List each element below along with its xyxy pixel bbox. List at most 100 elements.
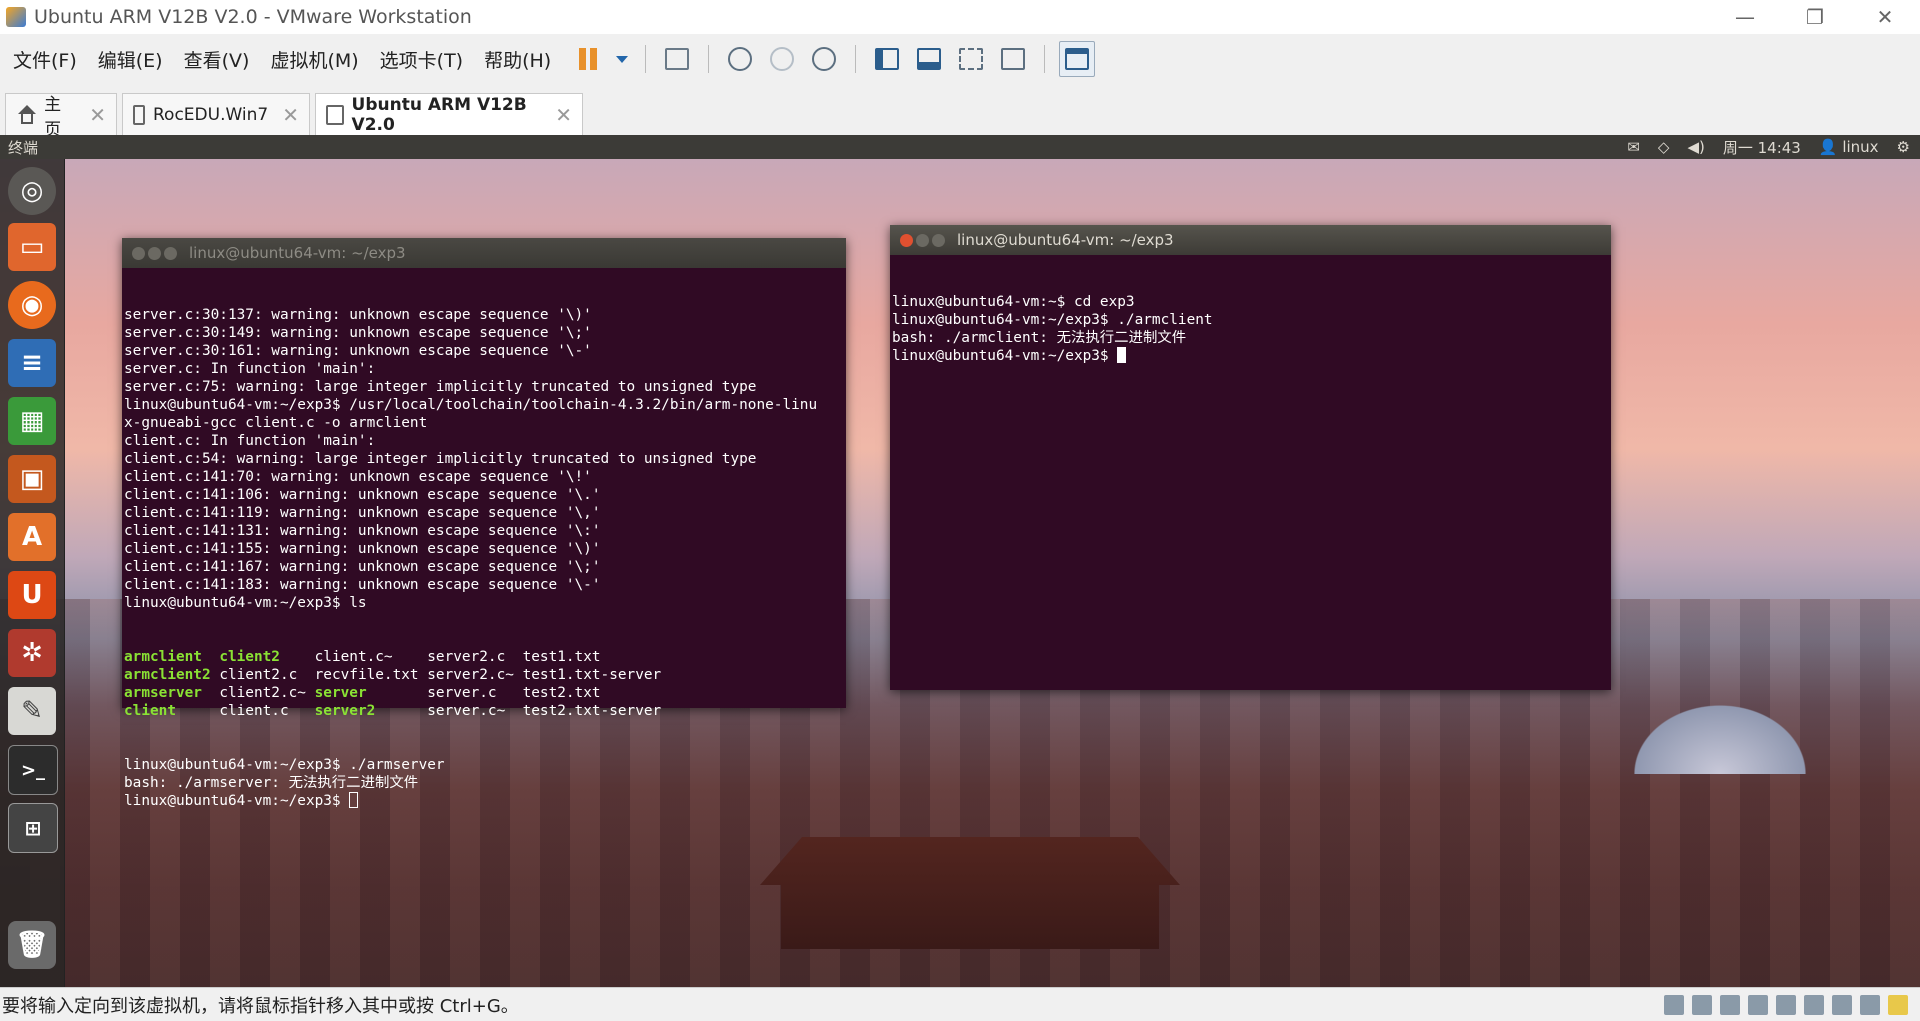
terminal-line: linux@ubuntu64-vm:~/exp3$ [124,792,844,810]
send-ctrl-alt-del-button[interactable] [660,42,694,76]
close-icon[interactable] [132,246,145,260]
minimize-button[interactable]: — [1710,0,1780,34]
full-screen-icon [959,48,984,70]
unity-launcher: ◎ ▭ ◉ ≡ ▦ ▣ A U ✲ ✎ >_ ⊞ 🗑 [0,159,65,987]
unity-button[interactable] [996,42,1030,76]
network-icon[interactable]: ◇ [1658,138,1670,156]
ls-entry: server [314,685,428,701]
terminal-line: client.c: In function 'main': [124,433,376,449]
usb-device-icon[interactable] [1860,994,1880,1015]
pause-button[interactable] [571,42,605,76]
minimize-icon[interactable] [148,246,161,260]
minimize-icon[interactable] [916,233,929,247]
menu-tabs[interactable]: 选项卡(T) [372,46,471,73]
mail-icon[interactable]: ✉ [1627,138,1640,156]
usb-device-icon[interactable] [1832,994,1852,1015]
ubuntu-top-panel: 终端 ✉ ◇ ◀) 周一 14:43 👤 linux ⚙ [0,135,1920,159]
window-controls: — ❐ ✕ [1710,0,1920,34]
show-thumbnail-button[interactable] [912,42,946,76]
power-dropdown-button[interactable] [613,42,631,76]
snapshot-manager-button[interactable] [807,42,841,76]
snapshot-icon [728,47,753,71]
vm-icon [133,104,145,125]
menu-help[interactable]: 帮助(H) [476,46,559,73]
console-view-button[interactable] [1059,41,1096,77]
tab-rocedu-win7[interactable]: RocEDU.Win7 ✕ [122,93,310,135]
gear-icon[interactable]: ⚙ [1897,138,1910,156]
trash-icon[interactable]: 🗑 [8,921,56,969]
tab-home[interactable]: 主页 ✕ [5,93,117,140]
sound-card-icon[interactable] [1776,994,1796,1015]
hard-disk-icon[interactable] [1664,994,1684,1015]
menu-vm[interactable]: 虚拟机(M) [262,46,366,73]
revert-snapshot-button[interactable] [765,42,799,76]
ls-entry: test2.txt [522,685,601,701]
close-icon[interactable]: ✕ [75,103,106,127]
library-icon [875,48,900,70]
terminal-right-output[interactable]: linux@ubuntu64-vm:~$ cd exp3 linux@ubuntu… [890,255,1611,401]
terminal-window-left[interactable]: linux@ubuntu64-vm: ~/exp3 server.c:30:13… [122,238,846,809]
terminal-right-titlebar[interactable]: linux@ubuntu64-vm: ~/exp3 [890,225,1611,255]
vm-console[interactable]: 终端 ✉ ◇ ◀) 周一 14:43 👤 linux ⚙ ◎ ▭ ◉ ≡ ▦ ▣… [0,135,1920,987]
ubuntu-one-icon[interactable]: U [8,571,56,619]
terminal-line: linux@ubuntu64-vm:~$ cd exp3 [892,294,1135,310]
cd-dvd-icon[interactable] [1692,994,1712,1015]
menu-file[interactable]: 文件(F) [5,46,85,73]
ls-output-row: armclient client2 client.c~ server2.c te… [124,648,844,666]
close-icon[interactable] [900,233,913,247]
workspace-switcher-icon[interactable]: ⊞ [8,803,58,853]
volume-icon[interactable]: ◀) [1687,138,1704,156]
terminal-line: linux@ubuntu64-vm:~/exp3$ ./armclient [892,312,1213,328]
usb-device-icon[interactable] [1804,994,1824,1015]
vmware-app-icon [6,7,26,27]
maximize-icon[interactable] [932,233,945,247]
text-cursor [349,792,359,808]
maximize-icon[interactable] [164,246,177,260]
full-screen-button[interactable] [954,42,988,76]
firefox-icon[interactable]: ◉ [8,281,56,329]
libreoffice-writer-icon[interactable]: ≡ [8,339,56,387]
terminal-line: x-gnueabi-gcc client.c -o armclient [124,415,428,431]
snapshot-manager-icon [812,47,837,71]
system-settings-icon[interactable]: ✲ [8,629,56,677]
terminal-line: server.c:75: warning: large integer impl… [124,379,757,395]
network-adapter-icon[interactable] [1720,994,1740,1015]
ls-entry: client [124,703,220,719]
device-status-icons [1664,994,1908,1015]
ls-entry: server2 [314,703,428,719]
terminal-line: server.c: In function 'main': [124,361,376,377]
software-center-icon[interactable]: A [8,513,56,561]
terminal-left-titlebar[interactable]: linux@ubuntu64-vm: ~/exp3 [122,238,846,268]
ls-entry: armclient [124,649,220,665]
menu-view[interactable]: 查看(V) [176,46,258,73]
take-snapshot-button[interactable] [723,42,757,76]
terminal-left-output[interactable]: server.c:30:137: warning: unknown escape… [122,268,846,846]
console-view-icon [1065,48,1090,70]
message-log-icon[interactable] [1888,994,1908,1015]
menu-edit[interactable]: 编辑(E) [90,46,171,73]
files-icon[interactable]: ▭ [8,223,56,271]
ls-entry: server.c [427,685,523,701]
ls-entry: client.c~ [314,649,428,665]
terminal-line: linux@ubuntu64-vm:~/exp3$ /usr/local/too… [124,397,818,413]
printer-icon[interactable] [1748,994,1768,1015]
restore-button[interactable]: ❐ [1780,0,1850,34]
close-icon[interactable]: ✕ [268,103,299,127]
text-editor-icon[interactable]: ✎ [8,687,56,735]
libreoffice-calc-icon[interactable]: ▦ [8,397,56,445]
libreoffice-impress-icon[interactable]: ▣ [8,455,56,503]
close-button[interactable]: ✕ [1850,0,1920,34]
terminal-line: client.c:141:167: warning: unknown escap… [124,559,601,575]
tab-label: 主页 [44,94,62,140]
terminal-icon[interactable]: >_ [8,745,58,795]
tab-ubuntu-arm[interactable]: Ubuntu ARM V12B V2.0 ✕ [315,93,583,135]
close-icon[interactable]: ✕ [541,103,572,127]
clock[interactable]: 周一 14:43 [1723,137,1801,158]
dash-home-icon[interactable]: ◎ [8,167,56,215]
user-name: linux [1842,138,1879,156]
terminal-line: client.c:141:106: warning: unknown escap… [124,487,601,503]
terminal-window-right[interactable]: linux@ubuntu64-vm: ~/exp3 linux@ubuntu64… [890,225,1611,690]
ls-entry: client2 [219,649,315,665]
show-library-button[interactable] [870,42,904,76]
user-menu[interactable]: 👤 linux [1819,138,1879,156]
